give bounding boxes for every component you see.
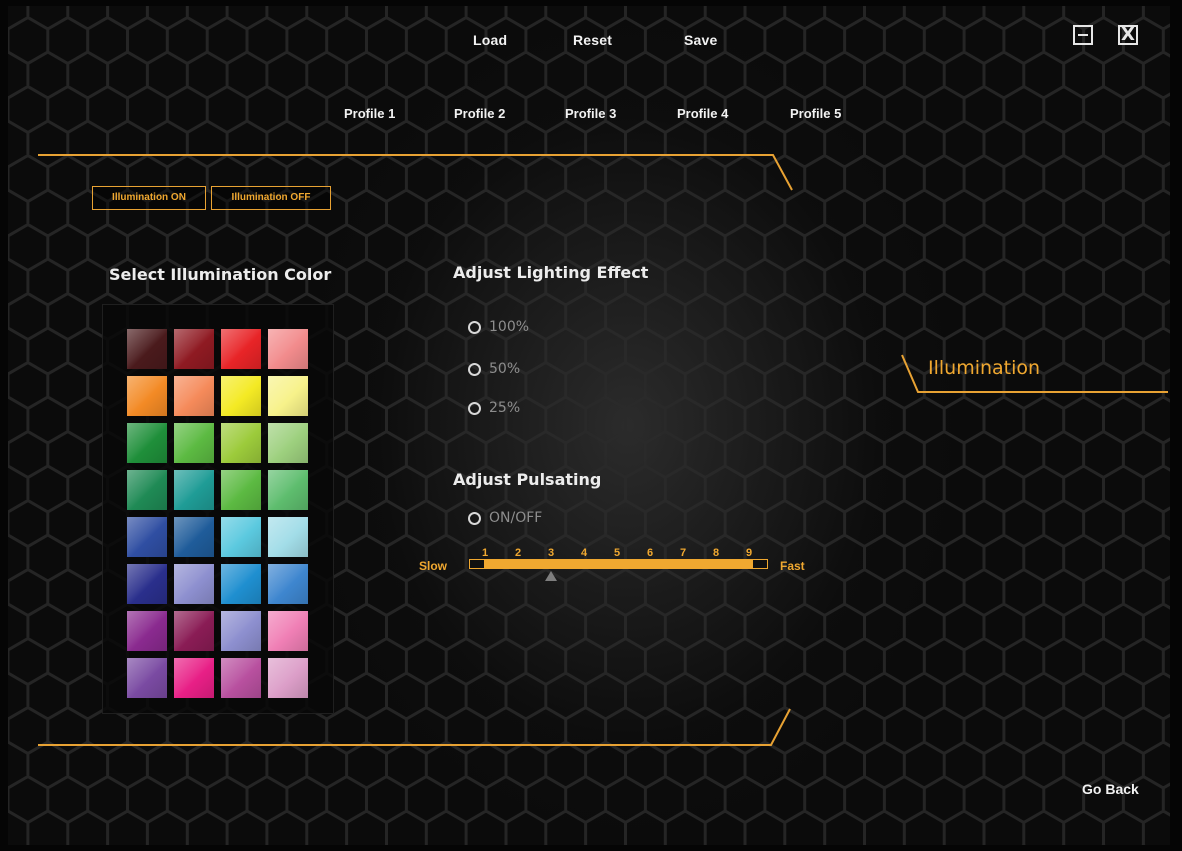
- lighting-option-50[interactable]: 50%: [468, 359, 520, 379]
- color-swatch[interactable]: [127, 611, 167, 651]
- color-swatch[interactable]: [268, 517, 308, 557]
- color-swatch[interactable]: [221, 376, 261, 416]
- color-swatch[interactable]: [174, 470, 214, 510]
- radio-icon: [468, 401, 481, 415]
- lighting-option-25[interactable]: 25%: [468, 398, 520, 418]
- lighting-heading: Adjust Lighting Effect: [453, 263, 649, 282]
- color-swatch[interactable]: [268, 470, 308, 510]
- speed-tick-label: 5: [613, 547, 621, 559]
- lighting-option-100[interactable]: 100%: [468, 317, 529, 337]
- color-swatch[interactable]: [268, 376, 308, 416]
- reset-button[interactable]: Reset: [573, 32, 612, 48]
- illumination-off-button[interactable]: Illumination OFF: [211, 186, 331, 210]
- speed-tick-label: 6: [646, 547, 654, 559]
- lighting-option-label: 25%: [489, 400, 521, 416]
- color-swatch[interactable]: [174, 564, 214, 604]
- tab-profile-5[interactable]: Profile 5: [790, 106, 841, 121]
- color-swatch[interactable]: [127, 376, 167, 416]
- radio-icon: [468, 362, 481, 376]
- color-section-heading: Select Illumination Color: [109, 265, 332, 284]
- speed-tick-label: 3: [547, 547, 555, 559]
- slow-label: Slow: [419, 559, 448, 573]
- color-swatch[interactable]: [268, 329, 308, 369]
- close-icon[interactable]: X: [1118, 24, 1138, 45]
- pulsating-toggle-label: ON/OFF: [489, 510, 543, 526]
- color-swatch[interactable]: [221, 423, 261, 463]
- app-window: Load Reset Save X Profile 1 Profile 2 Pr…: [8, 6, 1170, 845]
- color-swatch[interactable]: [268, 564, 308, 604]
- pulse-speed-slider[interactable]: [469, 559, 768, 569]
- color-swatch[interactable]: [221, 470, 261, 510]
- color-swatch[interactable]: [221, 611, 261, 651]
- radio-icon: [468, 320, 481, 334]
- tab-profile-4[interactable]: Profile 4: [677, 106, 728, 121]
- speed-tick-label: 1: [481, 547, 489, 559]
- color-swatch[interactable]: [174, 658, 214, 698]
- minimize-icon[interactable]: [1073, 25, 1093, 45]
- tab-profile-2[interactable]: Profile 2: [454, 106, 505, 121]
- speed-tick-label: 4: [580, 547, 588, 559]
- color-swatch[interactable]: [174, 517, 214, 557]
- color-swatch[interactable]: [221, 658, 261, 698]
- save-button[interactable]: Save: [684, 32, 718, 48]
- slider-thumb[interactable]: [545, 571, 557, 581]
- radio-icon: [468, 511, 481, 525]
- pulsating-toggle[interactable]: ON/OFF: [468, 508, 542, 528]
- speed-tick-label: 2: [514, 547, 522, 559]
- color-swatch[interactable]: [127, 517, 167, 557]
- color-palette: [102, 304, 334, 714]
- color-swatch[interactable]: [268, 658, 308, 698]
- color-swatch[interactable]: [174, 329, 214, 369]
- slider-right-cap: [752, 559, 768, 569]
- close-glyph: X: [1121, 24, 1135, 45]
- color-swatch[interactable]: [268, 423, 308, 463]
- color-swatch[interactable]: [127, 658, 167, 698]
- color-swatch[interactable]: [127, 564, 167, 604]
- pulsating-heading: Adjust Pulsating: [453, 470, 602, 489]
- section-title-illumination: Illumination: [928, 357, 1041, 379]
- color-swatch[interactable]: [221, 329, 261, 369]
- color-swatch[interactable]: [221, 517, 261, 557]
- color-swatch[interactable]: [174, 376, 214, 416]
- color-swatch[interactable]: [127, 423, 167, 463]
- color-swatch[interactable]: [127, 329, 167, 369]
- slider-bar: [469, 559, 768, 569]
- color-swatch[interactable]: [174, 423, 214, 463]
- illumination-on-button[interactable]: Illumination ON: [92, 186, 206, 210]
- go-back-button[interactable]: Go Back: [1082, 781, 1139, 797]
- lighting-option-label: 100%: [489, 319, 530, 335]
- swatch-grid: [127, 329, 311, 698]
- color-swatch[interactable]: [127, 470, 167, 510]
- color-swatch[interactable]: [174, 611, 214, 651]
- speed-tick-label: 8: [712, 547, 720, 559]
- color-swatch[interactable]: [268, 611, 308, 651]
- load-button[interactable]: Load: [473, 32, 507, 48]
- color-swatch[interactable]: [221, 564, 261, 604]
- slider-left-cap: [469, 559, 485, 569]
- speed-tick-label: 9: [745, 547, 753, 559]
- fast-label: Fast: [780, 559, 805, 573]
- tab-profile-1[interactable]: Profile 1: [344, 106, 395, 121]
- tab-profile-3[interactable]: Profile 3: [565, 106, 616, 121]
- lighting-option-label: 50%: [489, 361, 521, 377]
- speed-tick-label: 7: [679, 547, 687, 559]
